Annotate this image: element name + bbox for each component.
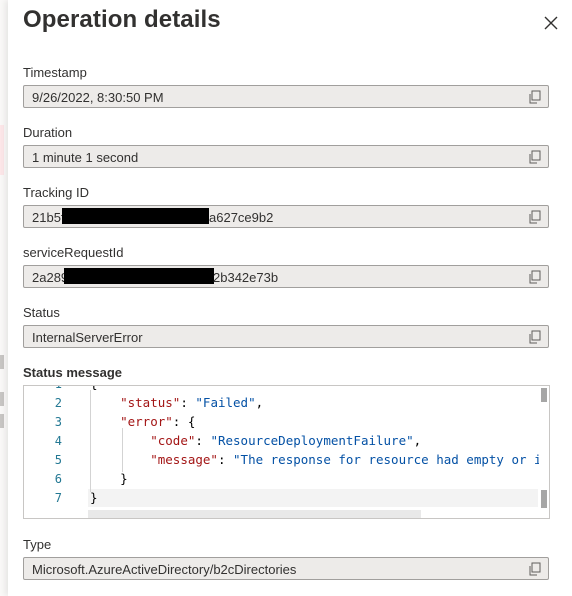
line-number: 3 (54, 415, 62, 429)
panel-title: Operation details (23, 6, 221, 33)
duration-value: 1 minute 1 second (32, 150, 139, 165)
current-line-highlight (88, 489, 538, 507)
redaction-bar (64, 268, 214, 284)
copy-service-request-id-button[interactable] (528, 270, 542, 284)
scrollbar-thumb[interactable] (541, 490, 547, 508)
status-label: Status (23, 305, 60, 320)
json-key: "code" (150, 433, 196, 448)
status-message-editor[interactable]: 1 2 3 4 5 6 7 { "status": "Failed", "err… (23, 385, 550, 519)
copy-icon (529, 330, 541, 344)
json-string: "ResourceDeploymentFailure" (210, 433, 414, 448)
code-line-3: "error": { (120, 414, 196, 429)
timestamp-label: Timestamp (23, 65, 87, 80)
background-mark (0, 392, 4, 406)
background-mark (0, 355, 4, 369)
background-error-mark (0, 125, 4, 175)
vertical-scrollbar[interactable] (539, 386, 549, 518)
json-key: "status" (120, 395, 181, 410)
service-request-id-value-start: 2a289 (32, 270, 69, 285)
status-field: InternalServerError (23, 325, 549, 348)
code-line-7: } (90, 490, 98, 505)
code-line-2: "status": "Failed", (120, 395, 264, 410)
redaction-bar (62, 208, 209, 224)
copy-timestamp-button[interactable] (528, 90, 542, 104)
code-line-5: "message": "The response for resource ha… (150, 452, 542, 467)
operation-details-panel: Operation details Timestamp 9/26/2022, 8… (8, 0, 572, 596)
background-blade (0, 0, 8, 596)
tracking-id-label: Tracking ID (23, 185, 89, 200)
timestamp-field: 9/26/2022, 8:30:50 PM (23, 85, 549, 108)
copy-icon (529, 90, 541, 104)
type-label: Type (23, 537, 52, 552)
tracking-id-field: 21b5f a627ce9b2 (23, 205, 549, 228)
line-number: 7 (54, 491, 62, 505)
copy-icon (529, 150, 541, 164)
copy-duration-button[interactable] (528, 150, 542, 164)
code-line-6: } (90, 471, 128, 486)
scrollbar-thumb[interactable] (541, 388, 547, 402)
line-number-gutter: 1 2 3 4 5 6 7 (24, 386, 88, 518)
copy-type-button[interactable] (528, 562, 542, 576)
code-token: { (90, 386, 98, 391)
code-token: } (90, 490, 98, 505)
tracking-id-value-end: a627ce9b2 (209, 210, 274, 225)
background-mark (0, 414, 4, 428)
json-key: "error" (120, 414, 173, 429)
service-request-id-value-end: 2b342e73b (213, 270, 279, 285)
json-string: "The response for resource had empty or … (233, 452, 542, 467)
service-request-id-field: 2a289 2b342e73b (23, 265, 549, 288)
line-number: 2 (54, 396, 62, 410)
code-line-4: "code": "ResourceDeploymentFailure", (150, 433, 422, 448)
close-button[interactable] (540, 12, 562, 34)
type-value: Microsoft.AzureActiveDirectory/b2cDirect… (32, 562, 297, 577)
status-message-label: Status message (23, 365, 122, 380)
copy-icon (529, 270, 541, 284)
copy-status-button[interactable] (528, 330, 542, 344)
code-line-1: { (90, 386, 98, 391)
horizontal-scrollbar[interactable] (88, 510, 421, 518)
service-request-id-label: serviceRequestId (23, 245, 124, 260)
timestamp-value: 9/26/2022, 8:30:50 PM (32, 90, 164, 105)
copy-icon (529, 562, 541, 576)
line-number: 5 (54, 453, 62, 467)
json-string: "Failed" (195, 395, 256, 410)
line-number: 6 (54, 472, 62, 486)
close-icon (544, 16, 558, 30)
duration-field: 1 minute 1 second (23, 145, 549, 168)
code-token: } (120, 471, 128, 486)
tracking-id-value-start: 21b5f (32, 210, 65, 225)
copy-icon (529, 210, 541, 224)
copy-tracking-id-button[interactable] (528, 210, 542, 224)
status-value: InternalServerError (32, 330, 143, 345)
line-number: 4 (54, 434, 62, 448)
type-field: Microsoft.AzureActiveDirectory/b2cDirect… (23, 557, 549, 580)
json-key: "message" (150, 452, 218, 467)
duration-label: Duration (23, 125, 73, 140)
line-number: 1 (24, 386, 62, 391)
